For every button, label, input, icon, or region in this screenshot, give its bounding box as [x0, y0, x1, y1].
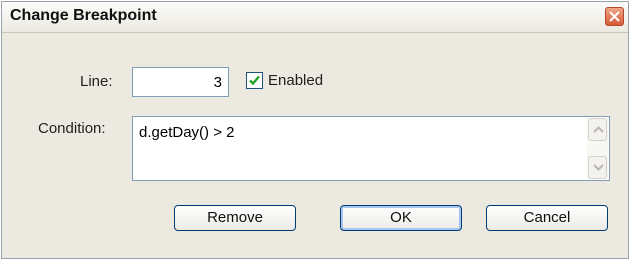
condition-label: Condition: — [38, 120, 106, 137]
vertical-scrollbar[interactable] — [587, 118, 608, 179]
dialog-title: Change Breakpoint — [10, 7, 157, 24]
remove-button[interactable]: Remove — [174, 205, 296, 231]
enabled-label: Enabled — [268, 72, 324, 89]
chevron-up-icon — [593, 126, 604, 133]
ok-button[interactable]: OK — [340, 205, 462, 231]
chevron-down-icon — [593, 164, 604, 171]
scroll-up-button[interactable] — [588, 118, 607, 141]
title-bar[interactable]: Change Breakpoint — [2, 2, 628, 33]
line-input[interactable]: 3 — [132, 67, 229, 97]
close-icon — [609, 11, 620, 22]
condition-text: d.getDay() > 2 — [139, 124, 235, 141]
enabled-checkbox[interactable] — [246, 72, 263, 89]
scroll-down-button[interactable] — [588, 156, 607, 179]
line-label: Line: — [80, 73, 113, 90]
change-breakpoint-dialog: Change Breakpoint Line: 3 Enabled Condit… — [1, 1, 629, 259]
condition-textarea[interactable]: d.getDay() > 2 — [132, 116, 610, 181]
cancel-button[interactable]: Cancel — [486, 205, 608, 231]
close-button[interactable] — [605, 7, 624, 26]
checkmark-icon — [249, 75, 260, 86]
